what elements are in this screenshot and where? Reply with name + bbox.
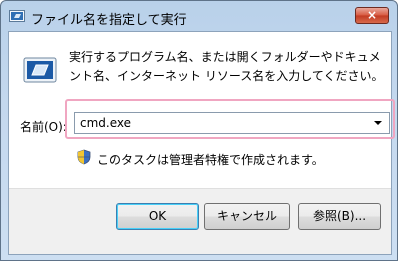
cancel-button[interactable]: キャンセル [204, 203, 290, 230]
title-bar[interactable]: ファイル名を指定して実行 × [1, 1, 397, 31]
button-footer: OK キャンセル 参照(B)... [9, 188, 391, 254]
window-title: ファイル名を指定して実行 [31, 13, 187, 28]
run-dialog-window: ファイル名を指定して実行 × 実行するプログラム名、または開くフォルダーやドキュ… [0, 0, 398, 261]
dialog-description: 実行するプログラム名、または開くフォルダーやドキュメント名、インターネット リソ… [69, 50, 384, 83]
browse-button[interactable]: 参照(B)... [298, 203, 381, 230]
ok-button[interactable]: OK [116, 203, 199, 230]
name-combobox[interactable]: cmd.exe [74, 112, 390, 134]
name-input-value[interactable]: cmd.exe [80, 116, 131, 130]
chevron-down-icon[interactable] [374, 121, 382, 125]
name-label: 名前(O): [20, 120, 67, 134]
dialog-client-area: 実行するプログラム名、または開くフォルダーやドキュメント名、インターネット リソ… [8, 31, 395, 255]
run-program-icon [23, 57, 57, 83]
close-icon: × [366, 8, 378, 22]
uac-shield-icon [77, 149, 91, 165]
run-icon [9, 10, 25, 22]
close-button[interactable]: × [355, 7, 389, 24]
admin-notice: このタスクは管理者特権で作成されます。 [97, 153, 324, 167]
